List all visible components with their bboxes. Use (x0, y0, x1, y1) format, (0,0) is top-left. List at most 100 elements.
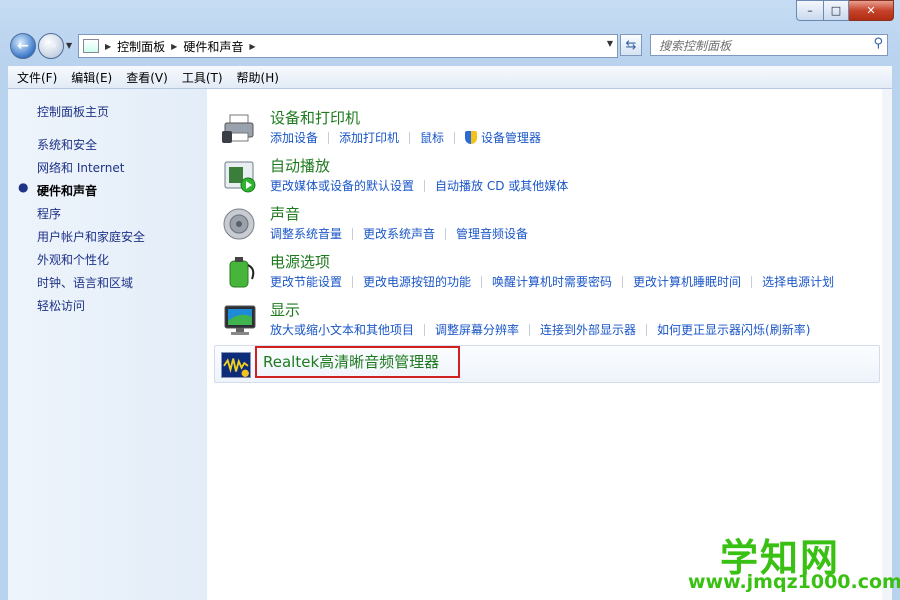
link-text-size[interactable]: 放大或缩小文本和其他项目 (270, 321, 414, 338)
link-separator (454, 131, 456, 144)
vertical-scrollbar[interactable] (882, 89, 892, 600)
printer-icon (222, 114, 254, 143)
menu-help[interactable]: 帮助(H) (232, 69, 284, 86)
search-box[interactable]: ⚲ (650, 34, 888, 56)
chevron-right-icon[interactable]: ▶ (249, 42, 255, 51)
address-dropdown-icon[interactable]: ▼ (607, 39, 613, 48)
sidebar-home-link[interactable]: 控制面板主页 (37, 103, 109, 120)
autoplay-icon (224, 161, 256, 193)
realtek-audio-icon (221, 352, 251, 378)
link-change-media-defaults[interactable]: 更改媒体或设备的默认设置 (270, 177, 414, 194)
sidebar-item-network[interactable]: 网络和 Internet (37, 159, 124, 176)
link-device-manager[interactable]: 设备管理器 (481, 129, 541, 146)
section-title-autoplay[interactable]: 自动播放 (270, 155, 330, 176)
title-buttons: – □ ✕ (796, 0, 894, 21)
link-separator (352, 227, 354, 240)
link-separator (409, 131, 411, 144)
link-power-button-function[interactable]: 更改电源按钮的功能 (363, 273, 471, 290)
link-separator (646, 323, 648, 336)
section-title-power-options[interactable]: 电源选项 (270, 251, 330, 272)
forward-button[interactable]: → (38, 33, 64, 59)
link-change-sleep-time[interactable]: 更改计算机睡眠时间 (633, 273, 741, 290)
sidebar-item-clock-region[interactable]: 时钟、语言和区域 (37, 274, 133, 291)
back-button[interactable]: ← (10, 33, 36, 59)
search-input[interactable] (657, 36, 861, 56)
sidebar-item-programs[interactable]: 程序 (37, 205, 61, 222)
search-icon[interactable]: ⚲ (873, 36, 883, 51)
link-add-printer[interactable]: 添加打印机 (339, 129, 399, 146)
link-mouse[interactable]: 鼠标 (420, 129, 444, 146)
section-title-display[interactable]: 显示 (270, 299, 300, 320)
section-links: 调整系统音量 更改系统声音 管理音频设备 (270, 225, 528, 242)
link-separator (751, 275, 753, 288)
refresh-icon: ⇆ (625, 37, 637, 53)
bullet-icon: ● (18, 180, 29, 194)
menu-file[interactable]: 文件(F) (12, 69, 62, 86)
section-links: 添加设备 添加打印机 鼠标 设备管理器 (270, 129, 541, 146)
link-manage-audio-devices[interactable]: 管理音频设备 (456, 225, 528, 242)
link-separator (352, 275, 354, 288)
main-panel: 设备和打印机 添加设备 添加打印机 鼠标 设备管理器 自动播放 更改媒体或设备的… (208, 89, 892, 600)
link-power-saving-settings[interactable]: 更改节能设置 (270, 273, 342, 290)
sidebar: 控制面板主页 系统和安全 网络和 Internet ● 硬件和声音 程序 用户帐… (8, 89, 207, 600)
highlight-box (255, 346, 460, 378)
section-power-options: 电源选项 更改节能设置 更改电源按钮的功能 唤醒计算机时需要密码 更改计算机睡眠… (222, 251, 882, 297)
link-separator (529, 323, 531, 336)
link-separator (622, 275, 624, 288)
sidebar-item-ease-of-access[interactable]: 轻松访问 (37, 297, 85, 314)
menu-view[interactable]: 查看(V) (121, 69, 173, 86)
realtek-audio-manager-item[interactable]: Realtek高清晰音频管理器 (214, 345, 880, 383)
maximize-button[interactable]: □ (824, 0, 849, 21)
link-screen-resolution[interactable]: 调整屏幕分辨率 (435, 321, 519, 338)
minimize-button[interactable]: – (796, 0, 824, 21)
chevron-right-icon[interactable]: ▶ (171, 42, 177, 51)
navigation-bar: ← → ▼ ▶ 控制面板 ▶ 硬件和声音 ▶ ▼ ⇆ ⚲ (0, 30, 900, 62)
close-button[interactable]: ✕ (849, 0, 894, 21)
refresh-button[interactable]: ⇆ (620, 34, 642, 56)
watermark-url: www.jmqz1000.com (688, 571, 900, 593)
link-change-sounds[interactable]: 更改系统声音 (363, 225, 435, 242)
link-require-password-wake[interactable]: 唤醒计算机时需要密码 (492, 273, 612, 290)
history-dropdown-icon[interactable]: ▼ (66, 41, 72, 50)
link-choose-power-plan[interactable]: 选择电源计划 (762, 273, 834, 290)
uac-shield-icon (465, 131, 478, 144)
link-refresh-rate[interactable]: 如何更正显示器闪烁(刷新率) (657, 321, 810, 338)
address-bar[interactable]: ▶ 控制面板 ▶ 硬件和声音 ▶ ▼ (78, 34, 618, 58)
link-autoplay-cd[interactable]: 自动播放 CD 或其他媒体 (435, 177, 568, 194)
control-panel-icon (83, 39, 99, 53)
menu-bar: 文件(F) 编辑(E) 查看(V) 工具(T) 帮助(H) (8, 66, 892, 89)
section-title-devices-printers[interactable]: 设备和打印机 (270, 107, 360, 128)
section-sound: 声音 调整系统音量 更改系统声音 管理音频设备 (222, 203, 882, 249)
link-separator (445, 227, 447, 240)
link-separator (328, 131, 330, 144)
link-external-display[interactable]: 连接到外部显示器 (540, 321, 636, 338)
sidebar-item-hardware-sound-row: ● 硬件和声音 (8, 180, 207, 199)
link-separator (424, 323, 426, 336)
sidebar-item-system-security[interactable]: 系统和安全 (37, 136, 97, 153)
breadcrumb-control-panel[interactable]: 控制面板 (117, 38, 165, 55)
arrow-left-icon: ← (17, 38, 29, 54)
menu-edit[interactable]: 编辑(E) (66, 69, 117, 86)
link-separator (481, 275, 483, 288)
section-title-sound[interactable]: 声音 (270, 203, 300, 224)
sidebar-item-appearance[interactable]: 外观和个性化 (37, 251, 109, 268)
menu-tools[interactable]: 工具(T) (177, 69, 228, 86)
monitor-icon (224, 305, 256, 335)
sidebar-item-user-accounts[interactable]: 用户帐户和家庭安全 (37, 228, 145, 245)
section-links: 更改节能设置 更改电源按钮的功能 唤醒计算机时需要密码 更改计算机睡眠时间 选择… (270, 273, 834, 290)
link-add-device[interactable]: 添加设备 (270, 129, 318, 146)
section-links: 放大或缩小文本和其他项目 调整屏幕分辨率 连接到外部显示器 如何更正显示器闪烁(… (270, 321, 810, 338)
sidebar-item-hardware-sound[interactable]: 硬件和声音 (37, 182, 97, 199)
content-area: 控制面板主页 系统和安全 网络和 Internet ● 硬件和声音 程序 用户帐… (8, 89, 892, 600)
section-autoplay: 自动播放 更改媒体或设备的默认设置 自动播放 CD 或其他媒体 (222, 155, 882, 201)
section-links: 更改媒体或设备的默认设置 自动播放 CD 或其他媒体 (270, 177, 568, 194)
section-devices-printers: 设备和打印机 添加设备 添加打印机 鼠标 设备管理器 (222, 107, 882, 153)
link-adjust-volume[interactable]: 调整系统音量 (270, 225, 342, 242)
battery-icon (229, 257, 255, 288)
window-frame: – □ ✕ ← → ▼ ▶ 控制面板 ▶ 硬件和声音 ▶ ▼ ⇆ ⚲ 文件(F)… (0, 0, 900, 600)
breadcrumb-hardware-sound[interactable]: 硬件和声音 (183, 38, 243, 55)
link-separator (424, 179, 426, 192)
section-display: 显示 放大或缩小文本和其他项目 调整屏幕分辨率 连接到外部显示器 如何更正显示器… (222, 299, 882, 345)
chevron-right-icon[interactable]: ▶ (105, 42, 111, 51)
arrow-right-icon: → (45, 38, 57, 54)
